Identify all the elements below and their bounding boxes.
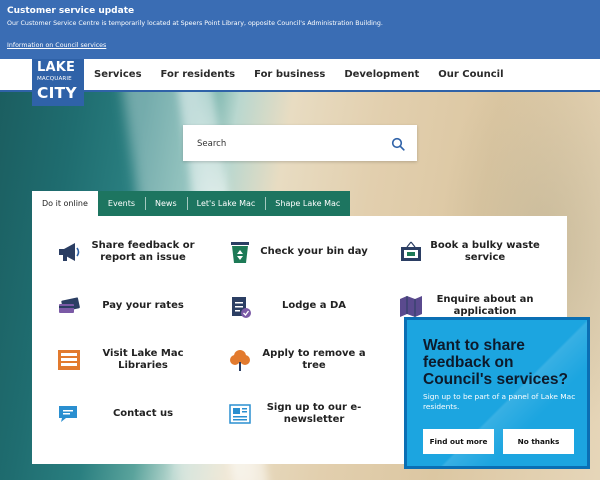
search-box — [183, 125, 417, 161]
service-enquire-application[interactable]: Enquire about an application — [398, 293, 540, 319]
tree-icon — [227, 347, 253, 373]
nav-for-business[interactable]: For business — [254, 69, 325, 80]
tab-do-it-online[interactable]: Do it online — [32, 191, 98, 216]
megaphone-icon — [56, 239, 82, 265]
service-label: Sign up to our e-newsletter — [266, 401, 362, 426]
tab-news[interactable]: News — [145, 191, 187, 216]
service-bulky-waste[interactable]: Book a bulky waste service — [398, 239, 540, 265]
service-label: Pay your rates — [102, 299, 184, 311]
alert-title: Customer service update — [7, 6, 135, 16]
service-label: Book a bulky waste service — [430, 239, 540, 264]
lake-macquarie-logo[interactable]: LAKE MACQUARIE CITY — [32, 59, 84, 106]
alert-banner: Customer service update Our Customer Ser… — [0, 0, 600, 59]
popup-text: Sign up to be part of a panel of Lake Ma… — [423, 392, 576, 411]
newspaper-icon — [227, 401, 253, 427]
service-lodge-da[interactable]: Lodge a DA — [227, 293, 369, 319]
service-label: Visit Lake Mac Libraries — [102, 347, 184, 372]
nav-for-residents[interactable]: For residents — [161, 69, 236, 80]
service-visit-libraries[interactable]: Visit Lake Mac Libraries — [56, 347, 198, 373]
credit-card-icon — [56, 293, 82, 319]
recycle-bin-icon — [227, 239, 253, 265]
site-header: LAKE MACQUARIE CITY Services For residen… — [0, 59, 600, 106]
logo-line-2: MACQUARIE — [37, 76, 72, 82]
service-remove-tree[interactable]: Apply to remove a tree — [227, 347, 369, 373]
map-icon — [398, 293, 424, 319]
tab-events[interactable]: Events — [97, 191, 145, 216]
main-nav: Services For residents For business Deve… — [94, 69, 523, 80]
nav-our-council[interactable]: Our Council — [438, 69, 503, 80]
logo-line-3: CITY — [37, 84, 77, 102]
logo-line-1: LAKE — [37, 60, 76, 75]
service-pay-rates[interactable]: Pay your rates — [56, 293, 198, 319]
service-share-feedback[interactable]: Share feedback or report an issue — [56, 239, 198, 265]
service-label: Check your bin day — [260, 245, 368, 257]
service-label: Contact us — [112, 407, 174, 419]
no-thanks-button[interactable]: No thanks — [503, 429, 574, 454]
chat-bubble-icon — [56, 401, 82, 427]
search-icon[interactable] — [391, 136, 405, 155]
popup-heading: Want to share feedback on Council's serv… — [423, 337, 568, 388]
couch-icon — [398, 239, 424, 265]
alert-message: Our Customer Service Centre is temporari… — [7, 20, 383, 27]
nav-services[interactable]: Services — [94, 69, 142, 80]
service-e-newsletter[interactable]: Sign up to our e-newsletter — [227, 401, 369, 427]
clipboard-check-icon — [227, 293, 253, 319]
feedback-popup: Want to share feedback on Council's serv… — [404, 317, 590, 469]
search-input[interactable] — [195, 135, 379, 153]
service-label: Enquire about an application — [436, 293, 534, 318]
service-label: Share feedback or report an issue — [91, 239, 195, 264]
tab-shape-lake-mac[interactable]: Shape Lake Mac — [265, 191, 351, 216]
service-check-bin-day[interactable]: Check your bin day — [227, 239, 369, 265]
bookshelf-icon — [56, 347, 82, 373]
nav-development[interactable]: Development — [344, 69, 419, 80]
service-label: Apply to remove a tree — [262, 347, 366, 372]
service-contact-us[interactable]: Contact us — [56, 401, 198, 427]
service-label: Lodge a DA — [281, 299, 347, 311]
content-tabs: Do it online Events News Let's Lake Mac … — [32, 191, 351, 216]
tab-lets-lake-mac[interactable]: Let's Lake Mac — [186, 191, 266, 216]
council-services-link[interactable]: Information on Council services — [7, 42, 106, 49]
find-out-more-button[interactable]: Find out more — [423, 429, 494, 454]
